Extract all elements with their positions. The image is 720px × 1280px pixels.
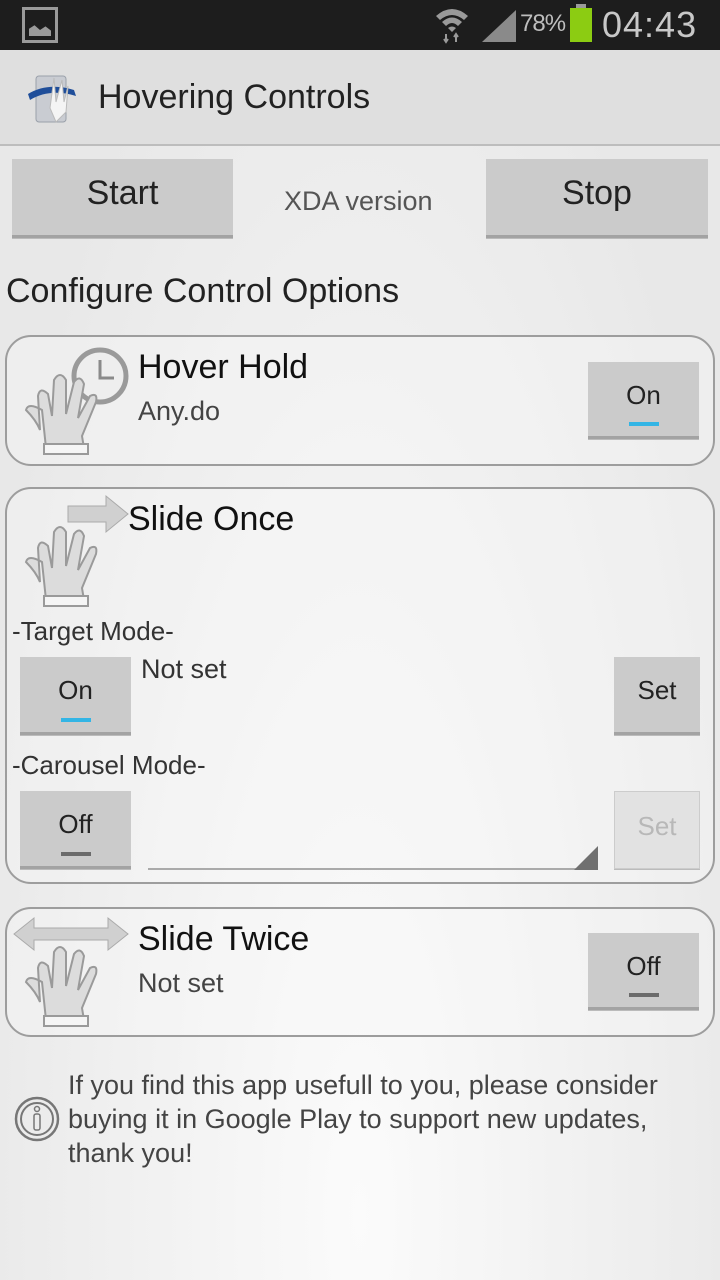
start-button[interactable]: Start xyxy=(12,159,233,238)
target-mode-toggle[interactable]: On xyxy=(20,657,131,735)
section-title: Configure Control Options xyxy=(6,272,400,310)
stop-button-label: Stop xyxy=(562,173,632,212)
carousel-mode-toggle[interactable]: Off xyxy=(20,791,131,869)
toggle-indicator-on xyxy=(628,422,659,426)
slide-once-title: Slide Once xyxy=(128,500,295,538)
target-mode-label: -Target Mode- xyxy=(12,616,174,646)
toggle-indicator-on xyxy=(60,718,91,722)
slide-twice-toggle-label: Off xyxy=(626,950,661,981)
target-set-label: Set xyxy=(637,675,677,705)
slide-twice-title: Slide Twice xyxy=(138,920,310,958)
carousel-set-label: Set xyxy=(637,810,677,841)
slide-twice-toggle[interactable]: Off xyxy=(588,933,699,1010)
gallery-icon xyxy=(22,7,58,43)
hand-arrows-left-right-icon xyxy=(13,916,129,1027)
target-mode-value: Not set xyxy=(141,654,227,684)
battery-percent: 78% xyxy=(520,10,566,37)
status-bar: 78% 04:43 xyxy=(0,0,720,50)
toggle-indicator-off xyxy=(60,852,91,856)
hover-hold-toggle[interactable]: On xyxy=(588,362,699,439)
hover-hold-title: Hover Hold xyxy=(138,348,309,386)
carousel-app-spinner[interactable] xyxy=(148,868,598,870)
hover-hold-toggle-label: On xyxy=(626,379,661,410)
carousel-mode-label: -Carousel Mode- xyxy=(12,750,206,780)
slide-twice-subtitle: Not set xyxy=(138,968,224,998)
target-mode-set-button[interactable]: Set xyxy=(614,657,700,735)
target-mode-toggle-label: On xyxy=(58,675,93,705)
hand-arrow-right-icon xyxy=(24,494,129,607)
info-icon xyxy=(14,1096,60,1142)
hover-hold-subtitle: Any.do xyxy=(138,396,221,426)
wifi-icon xyxy=(436,9,468,44)
hand-clock-icon xyxy=(24,347,129,455)
action-bar: Hovering Controls xyxy=(0,50,720,146)
start-button-label: Start xyxy=(86,173,159,212)
version-label: XDA version xyxy=(284,186,433,216)
carousel-mode-toggle-label: Off xyxy=(58,809,93,839)
support-message: If you find this app usefull to you, ple… xyxy=(68,1070,658,1168)
clock: 04:43 xyxy=(602,4,698,45)
toggle-indicator-off xyxy=(628,993,659,997)
battery-icon xyxy=(570,4,592,42)
app-title: Hovering Controls xyxy=(98,78,371,116)
signal-icon xyxy=(482,10,516,42)
carousel-mode-set-button[interactable]: Set xyxy=(614,791,700,869)
stop-button[interactable]: Stop xyxy=(486,159,708,238)
hovering-controls-app-icon[interactable] xyxy=(26,72,82,126)
